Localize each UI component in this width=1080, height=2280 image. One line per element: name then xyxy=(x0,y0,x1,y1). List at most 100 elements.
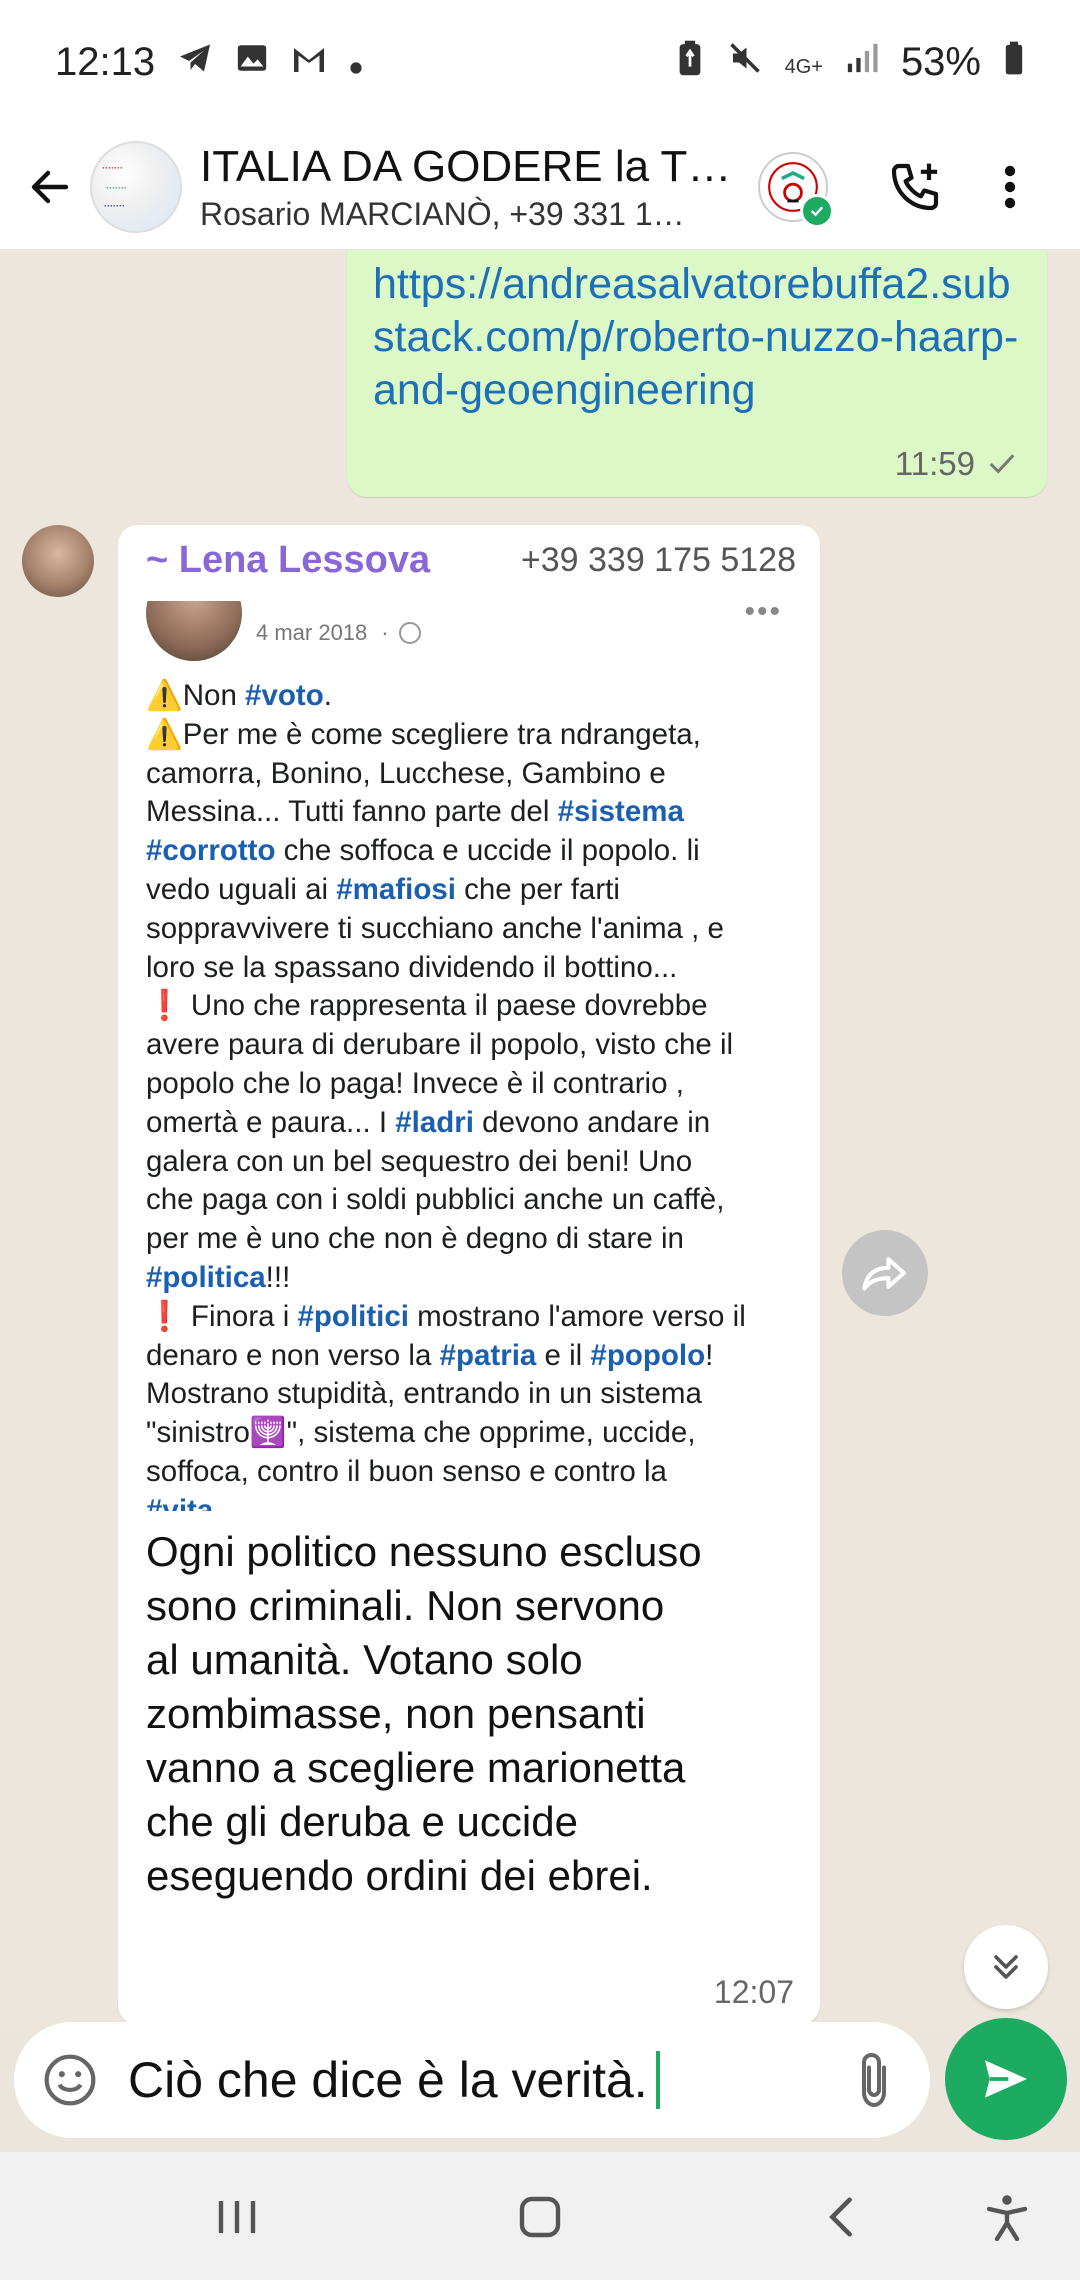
post-line: ⚠️Non #voto. xyxy=(146,677,802,716)
sender-header: ~ Lena Lessova +39 339 175 5128 xyxy=(146,539,796,582)
accessibility-button[interactable] xyxy=(972,2182,1042,2252)
community-logo[interactable] xyxy=(758,152,834,228)
hashtag-link[interactable]: #politica xyxy=(146,1261,266,1294)
group-title: ITALIA DA GODERE la T… xyxy=(200,141,732,191)
post-body: ⚠️Non #voto. ⚠️Per me è come scegliere tr… xyxy=(146,677,806,1511)
forward-button[interactable] xyxy=(842,1230,928,1316)
hashtag-link[interactable]: #mafiosi xyxy=(336,873,456,906)
post-text: ❗ Uno che rappresenta il paese dovrebbe xyxy=(146,989,708,1023)
post-text: soffoca, contro il buon senso e contro l… xyxy=(146,1454,667,1488)
more-vertical-icon xyxy=(1004,165,1016,209)
post-line: sopprav­vivere ti succhiano anche l'anim… xyxy=(146,910,802,949)
double-chevron-down-icon xyxy=(994,1955,1018,1979)
post-text: galera con un bel sequestro dei beni! Un… xyxy=(146,1144,693,1178)
post-text: che soffoca e uccide il popolo. li xyxy=(275,834,700,868)
sender-phone: +39 339 175 5128 xyxy=(520,541,796,579)
post-line: #vita ... xyxy=(146,1492,802,1511)
header-text[interactable]: ITALIA DA GODERE la T… Rosario MARCIANÒ,… xyxy=(200,142,740,233)
group-avatar[interactable]: ······· ······· ······· xyxy=(90,141,182,233)
post-text: denaro e non verso la xyxy=(146,1338,440,1372)
post-author-avatar xyxy=(146,601,242,661)
post-line: ❗ Finora i #politici mostrano l'amore ve… xyxy=(146,1298,802,1337)
message-text-line: al umanità. Votano solo xyxy=(146,1636,583,1683)
message-input-value: Ciò che dice è la verità. xyxy=(128,2052,648,2108)
post-line: avere paura di derubare il popolo, visto… xyxy=(146,1026,802,1065)
post-line: Mostrano stupidità, entrando in un siste… xyxy=(146,1375,802,1414)
post-text: per me è uno che non è degno di stare in xyxy=(146,1222,684,1256)
status-bar: 12:13 4G+ 53% xyxy=(0,0,1080,125)
post-text: sopprav­vivere ti succhiano anche l'anim… xyxy=(146,911,724,945)
post-text: Mostrano stupidità, entrando in un siste… xyxy=(146,1377,702,1411)
back-button[interactable] xyxy=(10,137,90,237)
text-caret xyxy=(655,2051,660,2109)
outgoing-message[interactable]: https://andreasalvatorebuffa2.substack.c… xyxy=(347,250,1047,497)
message-meta: 11:59 xyxy=(895,445,1017,483)
sender-avatar[interactable] xyxy=(22,525,94,597)
post-line: che paga con i soldi pubblici anche un c… xyxy=(146,1181,802,1220)
hashtag-link[interactable]: #sistema xyxy=(558,795,684,828)
post-text: popolo che lo paga! Invece è il contrari… xyxy=(146,1066,684,1100)
attached-image[interactable]: 4 mar 2018 · ••• ⚠️Non #voto. ⚠️Per me è … xyxy=(146,601,806,1511)
message-text-line: zombimasse, non pensanti xyxy=(146,1690,646,1737)
home-button[interactable] xyxy=(505,2182,575,2252)
sent-check-icon xyxy=(989,454,1015,474)
hashtag-link[interactable]: #voto xyxy=(245,679,324,712)
post-line: #corrotto che soffoca e uccide il popolo… xyxy=(146,832,802,871)
sender-name[interactable]: ~ Lena Lessova xyxy=(146,539,430,582)
group-members: Rosario MARCIANÒ, +39 331 1… xyxy=(200,195,685,232)
post-line: ⚠️Per me è come scegliere tra ndrangeta, xyxy=(146,716,802,755)
emoji-button[interactable] xyxy=(40,2050,100,2110)
message-time: 11:59 xyxy=(894,445,975,482)
hashtag-link[interactable]: #patria xyxy=(440,1339,537,1372)
hashtag-link[interactable]: #corrotto xyxy=(146,834,275,867)
network-label: 4G+ xyxy=(784,56,823,78)
post-text: ! xyxy=(705,1338,714,1372)
attach-button[interactable] xyxy=(844,2045,904,2115)
add-call-button[interactable] xyxy=(880,147,950,227)
message-text-line: eseguendo ordini dei ebrei. xyxy=(146,1852,653,1899)
scroll-to-bottom-button[interactable] xyxy=(964,1925,1048,2009)
post-line: loro se la spassano dividendo il bottino… xyxy=(146,949,802,988)
post-line: soffoca, contro il buon senso e contro l… xyxy=(146,1453,802,1492)
hashtag-link[interactable]: #popolo xyxy=(590,1339,705,1372)
incoming-message[interactable]: ~ Lena Lessova +39 339 175 5128 4 mar 20… xyxy=(118,525,820,2025)
paperclip-icon xyxy=(862,2052,886,2108)
hashtag-link[interactable]: #ladri xyxy=(395,1106,474,1139)
post-text: ... xyxy=(213,1493,247,1511)
message-input[interactable]: Ciò che dice è la verità. xyxy=(128,2051,660,2109)
post-text: ⚠️Non xyxy=(146,679,246,712)
post-text: . xyxy=(323,679,332,712)
chat-area[interactable]: https://andreasalvatorebuffa2.substack.c… xyxy=(0,250,1080,2030)
post-line: vedo uguali ai #mafiosi che per farti xyxy=(146,871,802,910)
post-text: camorra, Bonino, Lucchese, Gambino e xyxy=(146,756,666,790)
hashtag-link[interactable]: #politici xyxy=(298,1300,409,1333)
message-text: Ogni politico nessuno escluso sono crimin… xyxy=(146,1525,796,1903)
post-text: Messina... Tutti fanno parte del xyxy=(146,795,558,829)
overflow-menu-button[interactable] xyxy=(990,147,1030,227)
incoming-message-time: 12:07 xyxy=(713,1974,794,2010)
battery-saver-icon xyxy=(675,39,705,87)
globe-icon xyxy=(398,622,421,644)
back-nav-button[interactable] xyxy=(805,2182,875,2252)
back-icon xyxy=(829,2197,852,2237)
dot-icon xyxy=(349,40,363,85)
message-text-line: vanno a scegliere marionetta xyxy=(146,1744,686,1791)
status-time: 12:13 xyxy=(55,40,156,84)
send-button[interactable] xyxy=(945,2018,1067,2140)
message-link[interactable]: https://andreasalvatorebuffa2.substack.c… xyxy=(373,258,1021,417)
post-text: e il xyxy=(536,1338,591,1372)
message-composer[interactable]: Ciò che dice è la verità. xyxy=(14,2022,930,2138)
message-text-line: Ogni politico nessuno escluso xyxy=(146,1528,702,1575)
hashtag-link[interactable]: #vita xyxy=(146,1494,213,1511)
system-nav-bar xyxy=(0,2152,1080,2280)
message-text-line: sono criminali. Non servono xyxy=(146,1582,665,1629)
post-line: galera con un bel sequestro dei beni! Un… xyxy=(146,1143,802,1182)
battery-icon xyxy=(1003,40,1025,86)
post-text: devono andare in xyxy=(473,1105,711,1139)
verified-check-icon xyxy=(800,194,834,228)
post-line: popolo che lo paga! Invece è il contrari… xyxy=(146,1065,802,1104)
post-line: per me è uno che non è degno di stare in xyxy=(146,1220,802,1259)
post-text: "sinistro🕎", sistema che opprime, uccide… xyxy=(146,1416,696,1450)
post-text: mostrano l'amore verso il xyxy=(408,1299,746,1333)
recent-apps-button[interactable] xyxy=(202,2182,272,2252)
